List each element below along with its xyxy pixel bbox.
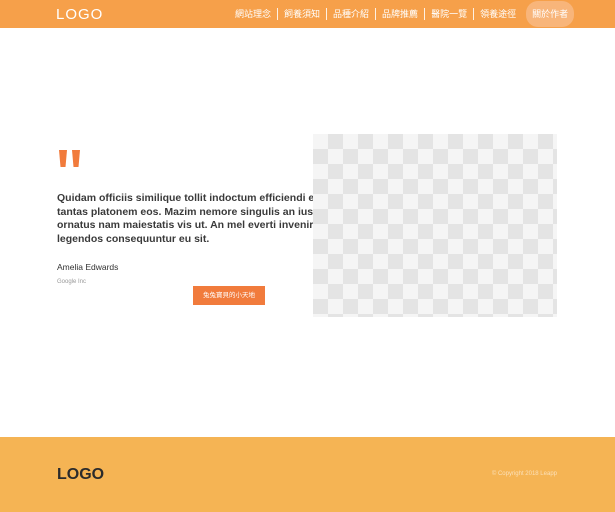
nav-item-brands[interactable]: 品牌推薦 <box>375 8 424 20</box>
author-company: Google Inc <box>57 279 87 285</box>
nav-item-philosophy[interactable]: 網站理念 <box>229 8 277 20</box>
nav-item-adoption[interactable]: 領養途徑 <box>473 8 522 20</box>
author-name: Amelia Edwards <box>57 262 119 272</box>
nav-item-about-author[interactable]: 關於作者 <box>526 1 575 27</box>
copyright-text: © Copyright 2018 Leapp <box>491 471 557 477</box>
quote-icon <box>59 150 80 167</box>
main-nav: 網站理念 飼養須知 品種介紹 品牌推薦 醫院一覽 領養途徑 關於作者 <box>229 0 575 28</box>
site-header: LOGO 網站理念 飼養須知 品種介紹 品牌推薦 醫院一覽 領養途徑 關於作者 <box>0 0 615 28</box>
header-logo[interactable]: LOGO <box>56 6 103 24</box>
footer-logo[interactable]: LOGO <box>57 465 104 485</box>
nav-item-hospitals[interactable]: 醫院一覽 <box>424 8 473 20</box>
nav-item-care-guide[interactable]: 飼養須知 <box>277 8 326 20</box>
nav-item-breeds[interactable]: 品種介紹 <box>326 8 375 20</box>
rabbit-world-button[interactable]: 兔兔寶貝的小天地 <box>193 286 265 305</box>
site-footer: LOGO © Copyright 2018 Leapp <box>0 437 615 512</box>
image-placeholder <box>313 134 557 317</box>
